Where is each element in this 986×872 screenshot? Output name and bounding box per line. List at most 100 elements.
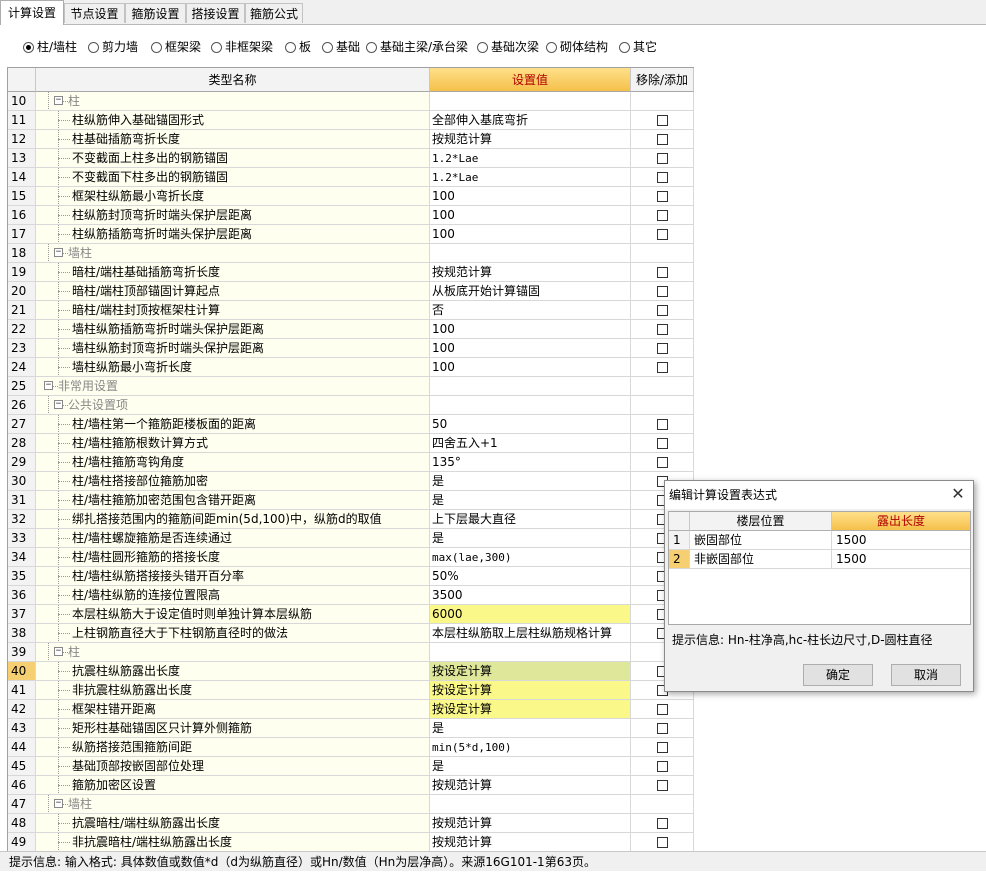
remove-add-checkbox[interactable] bbox=[657, 780, 668, 791]
collapse-toggle-icon[interactable]: − bbox=[54, 96, 63, 105]
setting-value-cell[interactable]: 100 bbox=[430, 206, 631, 225]
setting-value-cell[interactable]: 按规范计算 bbox=[430, 776, 631, 795]
remove-add-checkbox[interactable] bbox=[657, 761, 668, 772]
grid-setting-row[interactable]: 11 柱纵筋伸入基础锚固形式 全部伸入基底弯折 bbox=[8, 111, 694, 130]
setting-value-cell[interactable]: 是 bbox=[430, 529, 631, 548]
grid-setting-row[interactable]: 41 非抗震柱纵筋露出长度 按设定计算 bbox=[8, 681, 694, 700]
dialog-table-row[interactable]: 2 非嵌固部位 1500 bbox=[669, 550, 970, 569]
radio-frame-beam[interactable]: 框架梁 bbox=[151, 39, 201, 55]
remove-add-checkbox[interactable] bbox=[657, 362, 668, 373]
grid-setting-row[interactable]: 45 基础顶部按嵌固部位处理 是 bbox=[8, 757, 694, 776]
grid-setting-row[interactable]: 22 墙柱纵筋插筋弯折时端头保护层距离 100 bbox=[8, 320, 694, 339]
setting-value-cell[interactable]: 按设定计算 bbox=[430, 700, 631, 719]
setting-value-cell[interactable]: 按设定计算 bbox=[430, 662, 631, 681]
grid-setting-row[interactable]: 16 柱纵筋封顶弯折时端头保护层距离 100 bbox=[8, 206, 694, 225]
setting-value-cell[interactable]: 四舍五入+1 bbox=[430, 434, 631, 453]
grid-setting-row[interactable]: 48 抗震暗柱/端柱纵筋露出长度 按规范计算 bbox=[8, 814, 694, 833]
tab-stirrup-settings[interactable]: 箍筋设置 bbox=[125, 3, 186, 23]
grid-setting-row[interactable]: 13 不变截面上柱多出的钢筋锚固 1.2*Lae bbox=[8, 149, 694, 168]
grid-setting-row[interactable]: 36 柱/墙柱纵筋的连接位置限高 3500 bbox=[8, 586, 694, 605]
setting-value-cell[interactable]: 100 bbox=[430, 320, 631, 339]
close-icon[interactable]: ✕ bbox=[949, 485, 967, 503]
grid-setting-row[interactable]: 40 抗震柱纵筋露出长度 按设定计算 bbox=[8, 662, 694, 681]
grid-setting-row[interactable]: 31 柱/墙柱箍筋加密范围包含错开距离 是 bbox=[8, 491, 694, 510]
setting-value-cell[interactable]: 100 bbox=[430, 225, 631, 244]
remove-add-checkbox[interactable] bbox=[657, 324, 668, 335]
grid-setting-row[interactable]: 49 非抗震暗柱/端柱纵筋露出长度 按规范计算 bbox=[8, 833, 694, 852]
collapse-toggle-icon[interactable]: − bbox=[44, 381, 53, 390]
grid-setting-row[interactable]: 43 矩形柱基础锚固区只计算外侧箍筋 是 bbox=[8, 719, 694, 738]
setting-value-cell[interactable]: max(lae,300) bbox=[430, 548, 631, 567]
exposed-length-cell[interactable]: 1500 bbox=[832, 550, 970, 569]
radio-non-frame-beam[interactable]: 非框架梁 bbox=[211, 39, 273, 55]
tab-stirrup-formula[interactable]: 箍筋公式 bbox=[245, 3, 303, 23]
setting-value-cell[interactable]: 按设定计算 bbox=[430, 681, 631, 700]
grid-setting-row[interactable]: 27 柱/墙柱第一个箍筋距楼板面的距离 50 bbox=[8, 415, 694, 434]
grid-setting-row[interactable]: 12 柱基础插筋弯折长度 按规范计算 bbox=[8, 130, 694, 149]
grid-setting-row[interactable]: 33 柱/墙柱螺旋箍筋是否连续通过 是 bbox=[8, 529, 694, 548]
collapse-toggle-icon[interactable]: − bbox=[54, 400, 63, 409]
grid-setting-row[interactable]: 21 暗柱/端柱封顶按框架柱计算 否 bbox=[8, 301, 694, 320]
remove-add-checkbox[interactable] bbox=[657, 305, 668, 316]
setting-value-cell[interactable]: min(5*d,100) bbox=[430, 738, 631, 757]
setting-value-cell[interactable]: 50% bbox=[430, 567, 631, 586]
setting-value-cell[interactable]: 135° bbox=[430, 453, 631, 472]
collapse-toggle-icon[interactable]: − bbox=[54, 248, 63, 257]
setting-value-cell[interactable]: 50 bbox=[430, 415, 631, 434]
radio-foundation-secondary-beam[interactable]: 基础次梁 bbox=[477, 39, 539, 55]
radio-column-wall-column[interactable]: 柱/墙柱 bbox=[23, 39, 77, 55]
remove-add-checkbox[interactable] bbox=[657, 438, 668, 449]
setting-value-cell[interactable]: 按规范计算 bbox=[430, 263, 631, 282]
setting-value-cell[interactable]: 本层柱纵筋取上层柱纵筋规格计算 bbox=[430, 624, 631, 643]
tab-lap-settings[interactable]: 搭接设置 bbox=[186, 3, 245, 23]
setting-value-cell[interactable]: 是 bbox=[430, 491, 631, 510]
remove-add-checkbox[interactable] bbox=[657, 419, 668, 430]
remove-add-checkbox[interactable] bbox=[657, 134, 668, 145]
grid-group-row[interactable]: 26− 公共设置项 bbox=[8, 396, 694, 415]
remove-add-checkbox[interactable] bbox=[657, 172, 668, 183]
grid-setting-row[interactable]: 19 暗柱/端柱基础插筋弯折长度 按规范计算 bbox=[8, 263, 694, 282]
remove-add-checkbox[interactable] bbox=[657, 723, 668, 734]
radio-slab[interactable]: 板 bbox=[285, 39, 311, 55]
collapse-toggle-icon[interactable]: − bbox=[54, 647, 63, 656]
setting-value-cell[interactable]: 全部伸入基底弯折 bbox=[430, 111, 631, 130]
tab-calc-settings[interactable]: 计算设置 bbox=[0, 0, 64, 25]
exposed-length-cell[interactable]: 1500 bbox=[832, 531, 970, 550]
grid-setting-row[interactable]: 38 上柱钢筋直径大于下柱钢筋直径时的做法 本层柱纵筋取上层柱纵筋规格计算 bbox=[8, 624, 694, 643]
grid-group-row[interactable]: 10− 柱 bbox=[8, 92, 694, 111]
radio-foundation[interactable]: 基础 bbox=[322, 39, 360, 55]
setting-value-cell[interactable]: 按规范计算 bbox=[430, 833, 631, 852]
grid-group-row[interactable]: 18− 墙柱 bbox=[8, 244, 694, 263]
setting-value-cell[interactable]: 按规范计算 bbox=[430, 814, 631, 833]
remove-add-checkbox[interactable] bbox=[657, 286, 668, 297]
remove-add-checkbox[interactable] bbox=[657, 210, 668, 221]
grid-group-row[interactable]: 25− 非常用设置 bbox=[8, 377, 694, 396]
setting-value-cell[interactable]: 是 bbox=[430, 719, 631, 738]
remove-add-checkbox[interactable] bbox=[657, 457, 668, 468]
ok-button[interactable]: 确定 bbox=[803, 664, 873, 686]
radio-foundation-main-beam[interactable]: 基础主梁/承台梁 bbox=[366, 39, 468, 55]
setting-value-cell[interactable]: 从板底开始计算锚固 bbox=[430, 282, 631, 301]
grid-setting-row[interactable]: 34 柱/墙柱圆形箍筋的搭接长度 max(lae,300) bbox=[8, 548, 694, 567]
cancel-button[interactable]: 取消 bbox=[891, 664, 961, 686]
grid-setting-row[interactable]: 29 柱/墙柱箍筋弯钩角度 135° bbox=[8, 453, 694, 472]
remove-add-checkbox[interactable] bbox=[657, 818, 668, 829]
grid-setting-row[interactable]: 30 柱/墙柱搭接部位箍筋加密 是 bbox=[8, 472, 694, 491]
radio-other[interactable]: 其它 bbox=[619, 39, 657, 55]
grid-setting-row[interactable]: 14 不变截面下柱多出的钢筋锚固 1.2*Lae bbox=[8, 168, 694, 187]
grid-group-row[interactable]: 47− 墙柱 bbox=[8, 795, 694, 814]
setting-value-cell[interactable]: 是 bbox=[430, 757, 631, 776]
remove-add-checkbox[interactable] bbox=[657, 267, 668, 278]
tab-node-settings[interactable]: 节点设置 bbox=[64, 3, 125, 23]
setting-value-cell[interactable]: 100 bbox=[430, 187, 631, 206]
grid-setting-row[interactable]: 15 框架柱纵筋最小弯折长度 100 bbox=[8, 187, 694, 206]
grid-setting-row[interactable]: 17 柱纵筋插筋弯折时端头保护层距离 100 bbox=[8, 225, 694, 244]
remove-add-checkbox[interactable] bbox=[657, 837, 668, 848]
setting-value-cell[interactable]: 是 bbox=[430, 472, 631, 491]
dialog-table-row[interactable]: 1 嵌固部位 1500 bbox=[669, 531, 970, 550]
grid-setting-row[interactable]: 37 本层柱纵筋大于设定值时则单独计算本层纵筋 6000 bbox=[8, 605, 694, 624]
grid-setting-row[interactable]: 32 绑扎搭接范围内的箍筋间距min(5d,100)中，纵筋d的取值 上下层最大直径 bbox=[8, 510, 694, 529]
remove-add-checkbox[interactable] bbox=[657, 191, 668, 202]
grid-setting-row[interactable]: 28 柱/墙柱箍筋根数计算方式 四舍五入+1 bbox=[8, 434, 694, 453]
grid-setting-row[interactable]: 44 纵筋搭接范围箍筋间距 min(5*d,100) bbox=[8, 738, 694, 757]
